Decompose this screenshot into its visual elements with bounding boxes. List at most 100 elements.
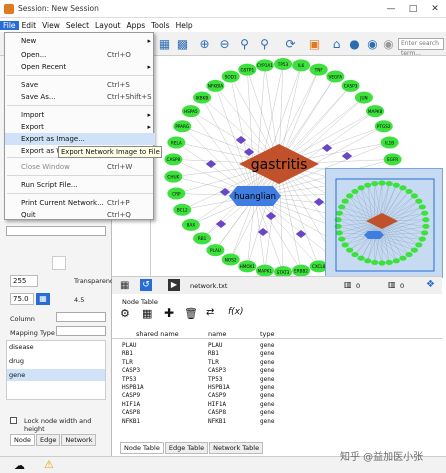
mapping-type-select[interactable] <box>56 326 106 336</box>
overview-canvas[interactable] <box>326 169 444 279</box>
tab-node-table[interactable]: Node Table <box>120 442 164 454</box>
file-menu-item[interactable]: New ▸ <box>5 35 155 47</box>
menu-select[interactable]: Select <box>63 21 92 30</box>
zoom-fit-icon[interactable]: ⚲ <box>236 35 253 52</box>
col-header-type[interactable]: type <box>260 330 275 338</box>
table-cell: gene <box>260 384 275 391</box>
mapping-value-gene[interactable]: gene <box>7 369 105 381</box>
menu-edit[interactable]: Edit <box>19 21 40 30</box>
col-header-shared-name[interactable]: shared name <box>136 330 179 338</box>
menu-layout[interactable]: Layout <box>92 21 124 30</box>
network-view[interactable]: TP53 IL6 TNF VEGFA CASP3 JUN MAPK8 PTGS2 IL1B EGF… <box>150 56 443 282</box>
zoom-in-icon[interactable]: ⊕ <box>196 35 213 52</box>
table-row[interactable]: HIF1A HIF1A gene <box>112 401 312 409</box>
settings-icon[interactable]: ⚙ <box>120 307 130 320</box>
add-column-icon[interactable]: ✚ <box>164 306 174 320</box>
cloud-icon[interactable]: ☁ <box>14 459 25 472</box>
function-icon[interactable]: f(x) <box>228 307 244 317</box>
file-menu-item[interactable]: Run Script File... <box>5 179 155 191</box>
mapping-value-disease[interactable]: disease <box>9 343 34 351</box>
overview-edge <box>360 187 375 236</box>
file-menu-item[interactable]: Save Ctrl+S <box>5 79 155 91</box>
menu-file[interactable]: File <box>0 20 19 30</box>
file-menu-item[interactable]: Close Window Ctrl+W <box>5 161 155 173</box>
table-row[interactable]: RB1 RB1 gene <box>112 350 312 358</box>
style-dropdown[interactable] <box>6 226 106 236</box>
grid-view-icon[interactable]: ▦ <box>120 280 132 292</box>
color-swatch-white[interactable] <box>52 256 66 270</box>
zoom-overview-icon[interactable]: ❖ <box>426 279 435 290</box>
table-cell: HSPB1A <box>122 384 144 391</box>
file-menu-item[interactable]: Print Current Network... Ctrl+P <box>5 197 155 209</box>
import-table-icon[interactable]: ▩ <box>174 35 191 52</box>
table-panel: Node Table ⚙ ▦ ✚ 🗑 ⇄ f(x) shared name na… <box>112 296 442 456</box>
lock-size-checkbox[interactable] <box>10 417 17 424</box>
value-size[interactable]: 75.0 <box>10 293 34 305</box>
menu-tools[interactable]: Tools <box>148 21 172 30</box>
table-grid-icon[interactable]: ▦ <box>142 307 152 320</box>
menu-apps[interactable]: Apps <box>124 21 149 30</box>
table-row[interactable]: NFKB1 NFKB1 gene <box>112 418 312 426</box>
submenu-arrow-icon: ▸ <box>147 123 151 131</box>
zoom-selected-icon[interactable]: ⚲ <box>256 35 273 52</box>
overview-panel[interactable] <box>325 168 443 278</box>
edge-count: 0 <box>400 282 405 290</box>
maximize-icon[interactable]: □ <box>402 0 424 18</box>
share-icon[interactable]: ↺ <box>140 279 152 291</box>
file-menu-item[interactable]: Open... Ctrl+O <box>5 49 155 61</box>
menu-item-label: Save <box>21 81 39 89</box>
search-input[interactable]: Enter search term... <box>398 38 444 57</box>
table-row[interactable]: TLR TLR gene <box>112 359 312 367</box>
warning-icon[interactable]: ⚠ <box>44 458 54 471</box>
network-icon[interactable]: ▶ <box>168 279 180 291</box>
menu-help[interactable]: Help <box>173 21 196 30</box>
table-row[interactable]: CASP3 CASP3 gene <box>112 367 312 375</box>
export-tooltip: Export Network Image to File <box>58 146 162 158</box>
hide-icon[interactable]: ● <box>346 35 363 52</box>
mapping-value-drug[interactable]: drug <box>9 357 24 365</box>
table-row[interactable]: CASP9 CASP9 gene <box>112 392 312 400</box>
file-menu-item[interactable]: Quit Ctrl+Q <box>5 209 155 221</box>
file-menu-item[interactable]: Export as Image... <box>5 133 155 145</box>
import-network-icon[interactable]: ▦ <box>156 35 173 52</box>
file-menu-item[interactable]: Export ▸ <box>5 121 155 133</box>
overview-edge <box>373 234 383 264</box>
tab-edge[interactable]: Edge <box>35 434 61 446</box>
node-count-icon: ▥ <box>344 280 352 289</box>
tab-node[interactable]: Node <box>10 434 35 446</box>
table-row[interactable]: CASP8 CASP8 gene <box>112 409 312 417</box>
overview-gene-node <box>410 193 418 199</box>
show-icon[interactable]: ◉ <box>364 35 381 52</box>
tab-network-table[interactable]: Network Table <box>209 442 264 454</box>
table-cell: HIF1A <box>122 400 141 408</box>
disease-node-label: gastritis <box>251 157 308 173</box>
table-row[interactable]: PLAU PLAU gene <box>112 342 312 350</box>
file-menu-item[interactable]: Open Recent ▸ <box>5 61 155 73</box>
table-cell: gene <box>260 417 275 425</box>
table-cell: RB1 <box>122 350 133 358</box>
link-icon[interactable]: ⇄ <box>206 307 214 318</box>
overview-gene-node <box>405 188 413 195</box>
table-row[interactable]: HSPB1A HSPB1A gene <box>112 384 312 392</box>
table-row[interactable]: TP53 TP53 gene <box>112 376 312 384</box>
zoom-out-icon[interactable]: ⊖ <box>216 35 233 52</box>
apply-layout-icon[interactable]: ▣ <box>306 35 323 52</box>
tab-network[interactable]: Network <box>61 434 97 446</box>
close-icon[interactable]: ✕ <box>424 0 446 18</box>
grid-icon[interactable]: ▦ <box>36 293 50 305</box>
refresh-icon[interactable]: ⟳ <box>282 35 299 52</box>
home-icon[interactable]: ⌂ <box>328 35 345 52</box>
table-cell: CASP3 <box>122 367 141 375</box>
file-menu-item[interactable]: Save As... Ctrl+Shift+S <box>5 91 155 103</box>
file-menu-item[interactable]: Import ▸ <box>5 109 155 121</box>
value-transparency[interactable]: 255 <box>10 275 38 287</box>
minimize-icon[interactable]: — <box>380 0 402 18</box>
delete-column-icon[interactable]: 🗑 <box>184 307 198 320</box>
col-header-name[interactable]: name <box>208 330 226 338</box>
overview-gene-node <box>385 180 393 187</box>
tab-edge-table[interactable]: Edge Table <box>164 442 209 454</box>
column-select[interactable] <box>56 312 106 322</box>
eye-icon[interactable]: ◉ <box>380 35 397 52</box>
table-cell: gene <box>260 375 275 383</box>
menu-view[interactable]: View <box>39 21 63 30</box>
